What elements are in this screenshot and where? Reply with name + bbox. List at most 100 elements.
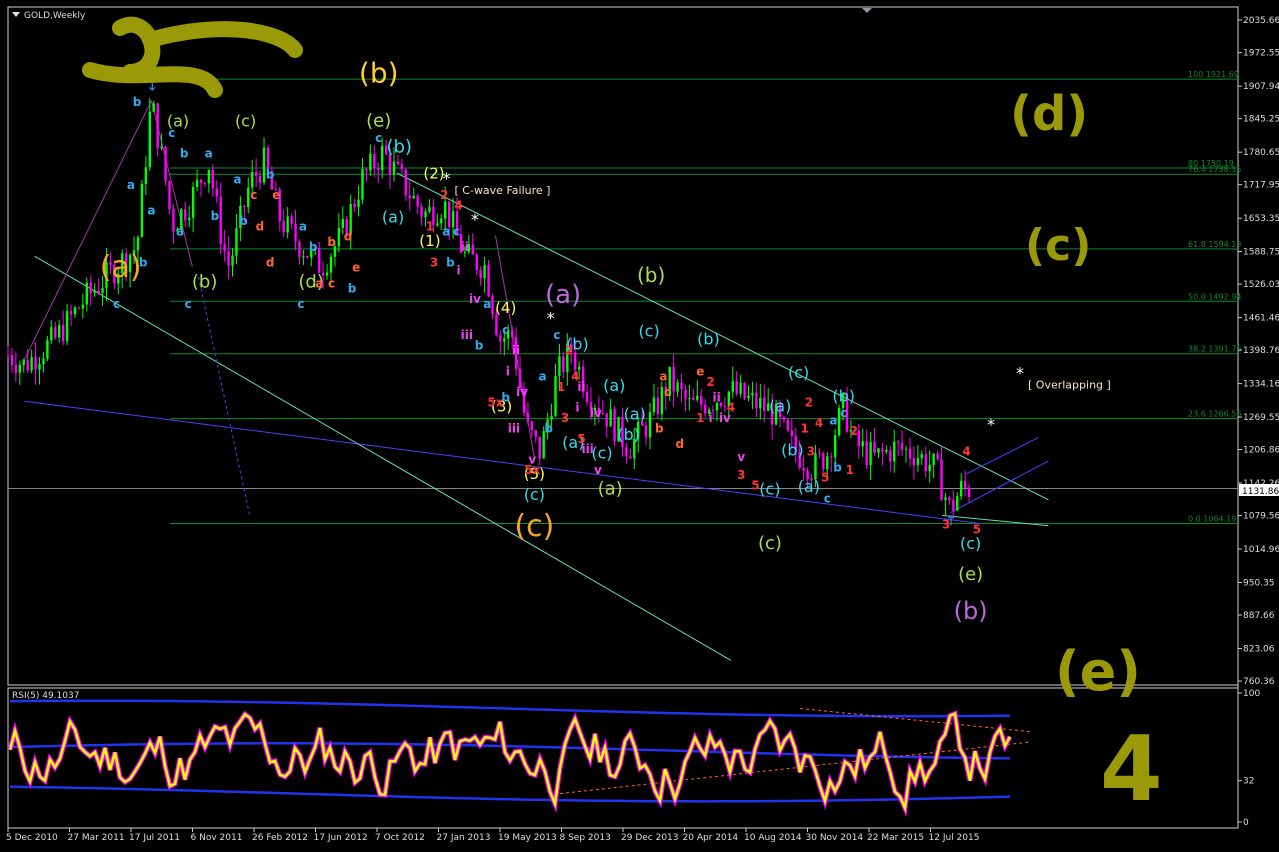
candle-body: [530, 421, 534, 431]
wave-label: (c): [514, 509, 554, 544]
minor-wave-label: d: [256, 219, 265, 233]
candle-body: [392, 161, 396, 175]
candle-body: [65, 310, 69, 342]
chart-svg: GOLD,Weekly 100 1921.6980 1750.1976.4 17…: [6, 6, 1279, 843]
x-tick-label: 22 Mar 2015: [867, 833, 924, 843]
y-tick-label: 1845.25: [1243, 115, 1279, 125]
minor-wave-label: ii: [713, 390, 721, 404]
fib-label: 50.0 1492.94: [1188, 292, 1241, 301]
candle-body: [656, 397, 660, 415]
candle-body: [487, 265, 490, 297]
wave-label: (a): [598, 479, 623, 500]
minor-wave-label: b: [180, 147, 189, 161]
candle-body: [42, 358, 45, 365]
candle-body: [956, 496, 959, 511]
candle-body: [904, 448, 908, 450]
x-tick-label: 17 Jul 2011: [129, 833, 180, 843]
candle-body: [629, 456, 632, 459]
minor-wave-label: iii: [508, 421, 520, 435]
minor-wave-label: d: [344, 230, 353, 244]
collapse-arrow-icon[interactable]: [12, 12, 20, 17]
candle-body: [93, 290, 96, 293]
x-tick-label: 5 Dec 2010: [6, 833, 58, 843]
minor-wave-label: 3: [737, 468, 745, 482]
rsi-y-tick-label: 32: [1243, 777, 1254, 787]
asterisk-icon: *: [443, 169, 451, 188]
y-tick-label: 950.35: [1243, 579, 1275, 589]
candle-body: [869, 442, 872, 465]
minor-wave-label: iii: [461, 328, 473, 342]
candle-body: [900, 442, 904, 450]
candle-body: [148, 111, 151, 168]
minor-wave-label: ii: [461, 240, 469, 254]
shift-marker-icon[interactable]: [862, 8, 872, 13]
minor-wave-label: b: [655, 421, 664, 435]
candle-body: [408, 195, 411, 199]
minor-wave-label: i: [708, 411, 712, 425]
minor-wave-label: v: [737, 450, 745, 464]
candle-body: [440, 218, 443, 224]
candle-body: [243, 206, 246, 208]
fib-label: 23.6 1266.56: [1188, 410, 1241, 419]
y-tick-label: 1014.96: [1243, 545, 1279, 555]
minor-wave-label: b: [446, 256, 455, 270]
wave-label: (c): [524, 485, 545, 504]
minor-wave-label: c: [113, 297, 120, 311]
minor-wave-label: 3: [561, 411, 569, 425]
candle-body: [412, 195, 415, 199]
minor-wave-label: e: [352, 261, 360, 275]
wave-label: (b): [386, 137, 411, 158]
candle-body: [873, 442, 876, 453]
candle-body: [373, 153, 376, 169]
fib-label: 38.2 1391.76: [1188, 345, 1241, 354]
candle-body: [377, 168, 380, 170]
y-tick-label: 1526.03: [1243, 280, 1279, 290]
candle-body: [306, 256, 309, 258]
minor-wave-label: c: [824, 491, 831, 505]
candle-body: [34, 357, 37, 370]
minor-wave-label: c: [553, 328, 560, 342]
candle-body: [380, 145, 384, 170]
candle-body: [420, 206, 423, 218]
candle-body: [22, 359, 25, 365]
wave-label: (2): [423, 164, 444, 182]
candle-body: [69, 310, 73, 315]
wave-label: (a): [603, 376, 625, 395]
minor-wave-label: iv: [516, 385, 528, 399]
wave-label: (b): [617, 425, 640, 444]
x-tick-label: 17 Jun 2012: [314, 833, 368, 843]
candle-body: [144, 167, 148, 185]
candle-body: [231, 255, 234, 266]
minor-wave-label: c: [453, 224, 460, 238]
minor-wave-label: v: [594, 463, 602, 477]
minor-wave-label: b: [327, 235, 336, 249]
rsi-upper-band: [9, 699, 1011, 718]
candle-body: [26, 359, 29, 371]
asterisk-icon: *: [471, 210, 479, 229]
candle-body: [400, 164, 404, 170]
candle-body: [491, 296, 494, 315]
candle-body: [936, 453, 939, 459]
candle-body: [885, 450, 888, 452]
candle-body: [18, 364, 22, 373]
minor-wave-label: iv: [719, 411, 731, 425]
minor-wave-label: b: [139, 256, 148, 270]
minor-wave-label: 5: [751, 478, 759, 492]
asterisk-icon: *: [987, 415, 995, 434]
minor-wave-label: e: [272, 188, 280, 202]
y-tick-label: 1269.55: [1243, 413, 1279, 423]
minor-wave-label: 4: [962, 445, 970, 459]
wave-label: (e): [958, 564, 983, 585]
candle-body: [696, 395, 699, 400]
wave-label: (b): [954, 597, 988, 625]
candle-body: [479, 270, 482, 279]
minor-wave-label: a: [176, 224, 184, 238]
candle-body: [203, 182, 207, 184]
candle-body: [444, 201, 447, 219]
minor-wave-label: 1: [696, 411, 704, 425]
x-tick-label: 27 Jan 2013: [437, 833, 491, 843]
x-tick-label: 12 Jul 2015: [929, 833, 980, 843]
candle-body: [223, 243, 226, 252]
candle-body: [782, 417, 786, 420]
wedge-top: [966, 437, 1039, 475]
